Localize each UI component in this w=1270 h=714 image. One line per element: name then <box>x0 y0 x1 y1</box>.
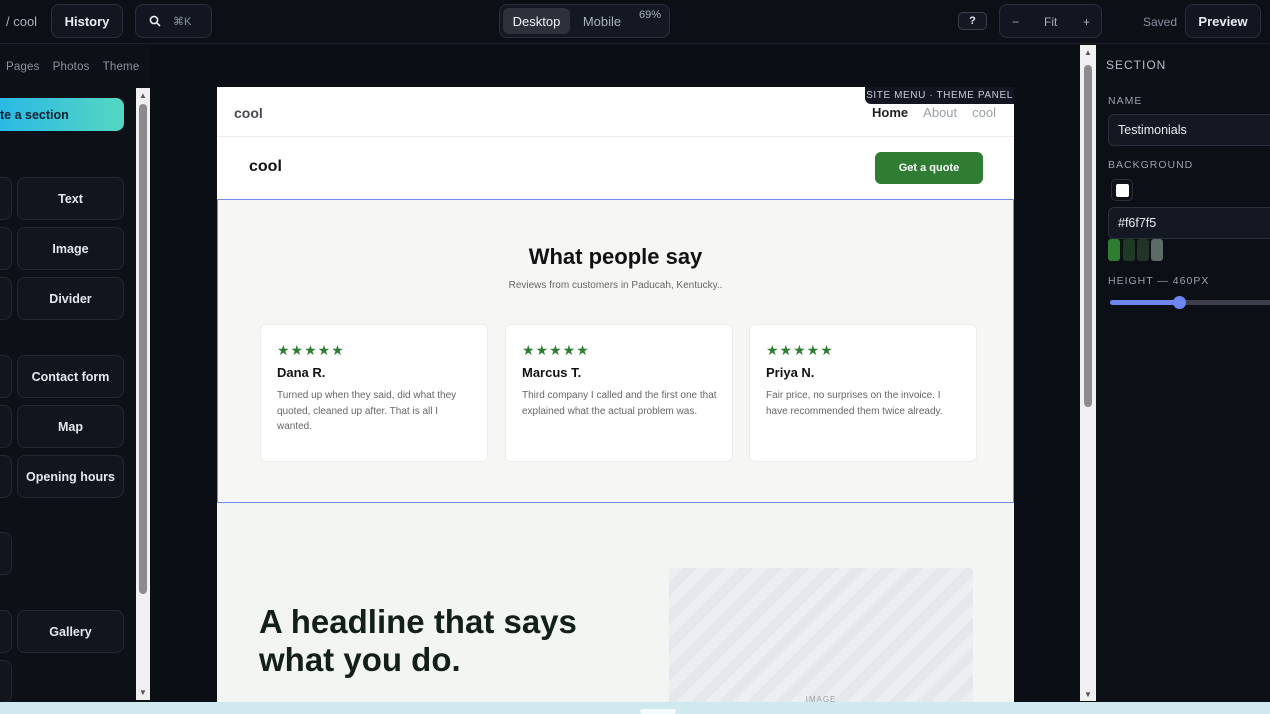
reviewer-name: Dana R. <box>277 365 326 380</box>
height-slider[interactable] <box>1110 296 1270 309</box>
reviewer-name: Marcus T. <box>522 365 582 380</box>
site-nav-home[interactable]: Home <box>872 105 908 120</box>
hero-image-placeholder[interactable]: IMAGE <box>669 568 973 714</box>
background-color-swatch[interactable] <box>1111 179 1133 201</box>
left-scrollbar[interactable]: ▲ ▼ <box>136 88 150 700</box>
palette-color-chip[interactable] <box>1108 239 1120 261</box>
device-mobile-tab[interactable]: Mobile <box>572 8 632 34</box>
block-image-tile[interactable]: Image <box>17 227 124 270</box>
star-rating: ★★★★★ <box>522 342 590 358</box>
canvas-scrollbar[interactable]: ▲ ▼ <box>1080 45 1096 701</box>
left-scrollbar-thumb[interactable] <box>139 104 147 594</box>
name-label: NAME <box>1108 95 1143 107</box>
hero-headline: A headline that says what you do. <box>259 603 577 678</box>
block-tile-partial[interactable] <box>0 660 12 703</box>
block-tile-partial[interactable] <box>0 610 12 653</box>
block-tile-partial[interactable] <box>0 455 12 498</box>
search-shortcut: ⌘K <box>173 15 192 28</box>
site-nav: Home About cool <box>872 105 996 120</box>
height-slider-handle[interactable] <box>1173 296 1186 309</box>
scroll-up-icon[interactable]: ▲ <box>139 91 147 100</box>
left-tabs: Pages Photos Theme <box>6 61 139 73</box>
star-rating: ★★★★★ <box>766 342 834 358</box>
block-tile-partial[interactable] <box>0 177 12 220</box>
block-gallery-tile[interactable]: Gallery <box>17 610 124 653</box>
zoom-level: 69% <box>639 9 662 21</box>
block-tile-partial[interactable] <box>0 355 12 398</box>
section-name-input[interactable]: Testimonials <box>1108 114 1270 146</box>
testimonials-subtitle: Reviews from customers in Paducah, Kentu… <box>508 280 723 291</box>
site-preview: cool Home About cool SITE MENU · THEME P… <box>217 87 1014 714</box>
block-tile-partial[interactable] <box>0 277 12 320</box>
tab-theme[interactable]: Theme <box>103 61 140 73</box>
zoom-out-button[interactable]: − <box>1012 15 1019 29</box>
site-nav-about[interactable]: About <box>923 105 957 120</box>
reviewer-name: Priya N. <box>766 365 815 380</box>
testimonials-title: What people say <box>528 244 703 269</box>
inspector-heading: SECTION <box>1106 58 1167 72</box>
testimonial-card[interactable]: ★★★★★ Priya N. Fair price, no surprises … <box>749 324 977 462</box>
preview-button[interactable]: Preview <box>1185 4 1261 38</box>
palette-color-chip[interactable] <box>1151 239 1163 261</box>
testimonials-section[interactable]: What people say Reviews from customers i… <box>217 199 1014 503</box>
save-status: Saved <box>1143 15 1178 29</box>
help-button[interactable]: ? <box>958 12 987 30</box>
block-map-tile[interactable]: Map <box>17 405 124 448</box>
review-text: Turned up when they said, did what they … <box>277 390 457 432</box>
inspector-panel: SECTION NAME Testimonials BACKGROUND #f6… <box>1097 45 1270 714</box>
site-nav-cool[interactable]: cool <box>972 105 996 120</box>
scroll-down-icon[interactable]: ▼ <box>139 688 147 697</box>
height-slider-fill <box>1110 300 1180 305</box>
device-desktop-tab[interactable]: Desktop <box>503 8 570 34</box>
generate-section-button[interactable]: te a section <box>0 98 124 131</box>
top-bar: / cool History ⌘K Desktop Mobile 69% ? −… <box>0 0 1270 44</box>
canvas-scrollbar-thumb[interactable] <box>1084 65 1092 407</box>
search-button[interactable]: ⌘K <box>135 4 212 38</box>
site-brand: cool <box>234 105 263 121</box>
zoom-fit-button[interactable]: Fit <box>1044 15 1057 29</box>
zoom-in-button[interactable]: + <box>1083 15 1090 29</box>
block-tile-partial[interactable] <box>0 227 12 270</box>
testimonial-card[interactable]: ★★★★★ Marcus T. Third company I called a… <box>505 324 733 462</box>
palette-color-chip[interactable] <box>1137 239 1149 261</box>
height-label: HEIGHT — 460PX <box>1108 275 1210 287</box>
tab-photos[interactable]: Photos <box>53 61 90 73</box>
get-quote-button[interactable]: Get a quote <box>875 152 983 184</box>
hero-section[interactable]: A headline that says what you do. IMAGE <box>217 503 1014 714</box>
bottom-strip <box>0 702 1270 714</box>
scroll-up-icon[interactable]: ▲ <box>1084 48 1092 57</box>
block-text-tile[interactable]: Text <box>17 177 124 220</box>
site-header-section[interactable]: cool Get a quote <box>217 137 1014 199</box>
block-tile-partial[interactable] <box>0 532 12 575</box>
review-text: Third company I called and the first one… <box>522 390 717 417</box>
block-divider-tile[interactable]: Divider <box>17 277 124 320</box>
zoom-control: − Fit + <box>999 4 1102 38</box>
palette-color-chip[interactable] <box>1123 239 1135 261</box>
background-hex-input[interactable]: #f6f7f5 <box>1108 207 1270 239</box>
scroll-down-icon[interactable]: ▼ <box>1084 690 1092 699</box>
tab-pages[interactable]: Pages <box>6 61 40 73</box>
left-panel: Pages Photos Theme te a section Text Ima… <box>0 45 150 714</box>
block-opening-hours-tile[interactable]: Opening hours <box>17 455 124 498</box>
history-button[interactable]: History <box>51 4 123 38</box>
theme-panel-tag[interactable]: SITE MENU · THEME PANEL <box>865 87 1014 104</box>
site-logo: cool <box>249 158 282 175</box>
testimonial-card[interactable]: ★★★★★ Dana R. Turned up when they said, … <box>260 324 488 462</box>
background-label: BACKGROUND <box>1108 159 1194 171</box>
search-icon <box>149 15 161 27</box>
star-rating: ★★★★★ <box>277 342 345 358</box>
block-tile-partial[interactable] <box>0 405 12 448</box>
breadcrumb[interactable]: / cool <box>6 14 37 29</box>
review-text: Fair price, no surprises on the invoice.… <box>766 390 943 417</box>
block-contact-form-tile[interactable]: Contact form <box>17 355 124 398</box>
